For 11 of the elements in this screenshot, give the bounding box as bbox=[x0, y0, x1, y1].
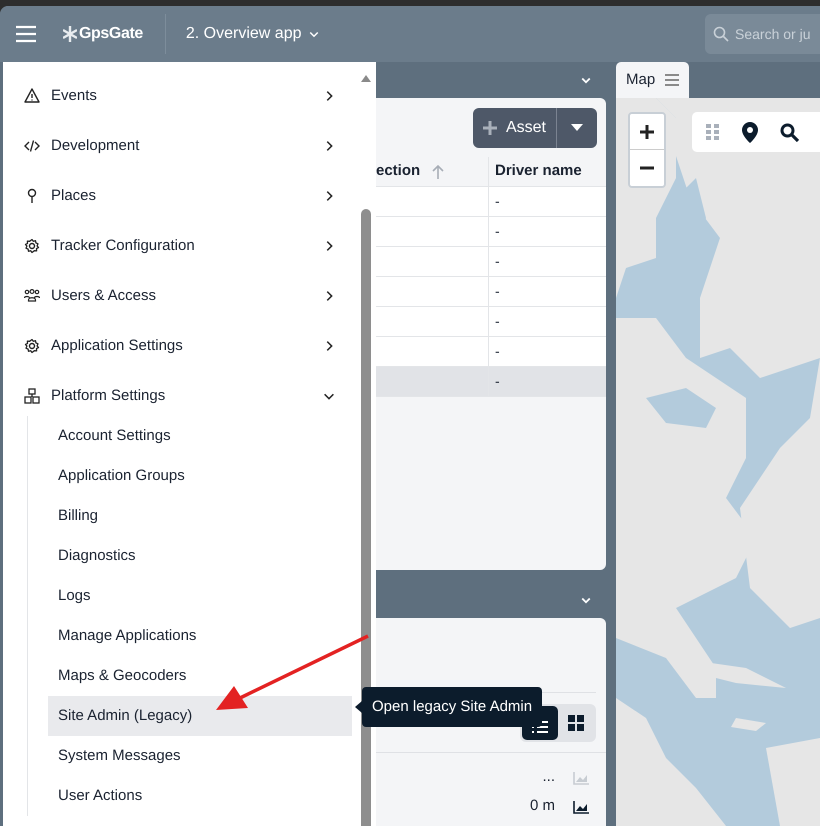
table-cell-text: - bbox=[494, 282, 501, 301]
table-cell-text: - bbox=[494, 342, 501, 361]
tooltip: Open legacy Site Admin bbox=[362, 687, 542, 727]
table-cell-text: - bbox=[494, 192, 501, 211]
table-cell-text: - bbox=[494, 312, 501, 331]
table-cell-text: - bbox=[494, 252, 501, 271]
value-text: 0 m bbox=[530, 796, 555, 816]
table-cell-text: - bbox=[494, 372, 501, 391]
table-cell-text: - bbox=[494, 222, 501, 241]
logo-text: GpsGate bbox=[79, 24, 143, 44]
value-text: ... bbox=[542, 767, 555, 788]
